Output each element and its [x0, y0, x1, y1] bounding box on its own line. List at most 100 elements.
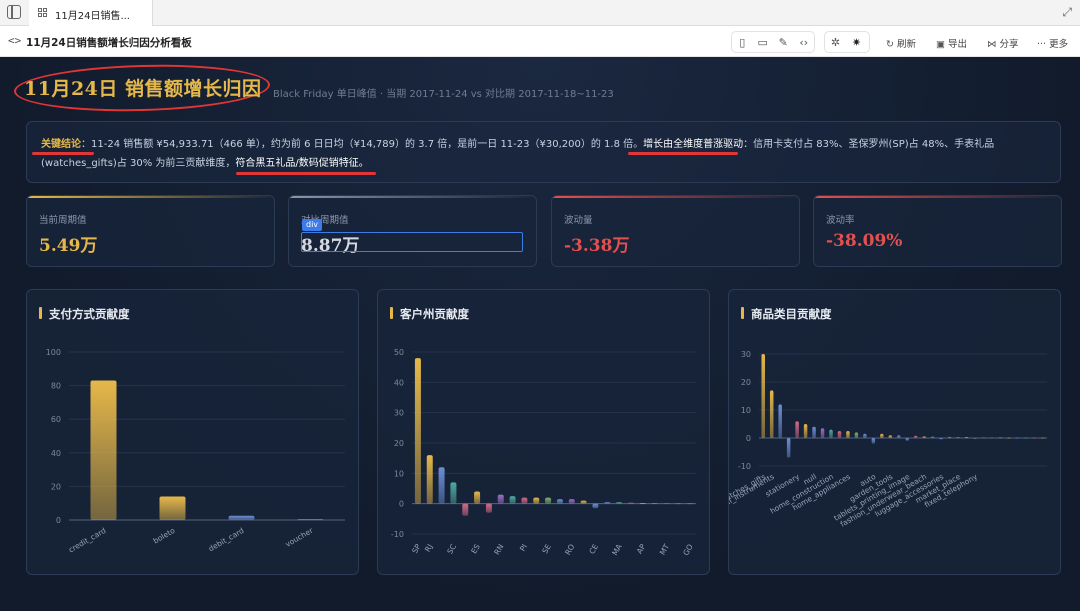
chart-bar[interactable] [485, 503, 492, 513]
dashboard: 11月24日 销售额增长归因 Black Friday 单日峰值 · 当期 20… [0, 57, 1080, 611]
chart-bar[interactable] [973, 438, 977, 439]
chart-bar[interactable] [846, 431, 850, 438]
document-toolbar: <> 11月24日销售额增长归因分析看板 ▯ ▭ ✎ ‹› ✲ ✷ ↻ 刷新 ▣ 导… [0, 27, 1080, 57]
y-tick-label: 40 [51, 449, 61, 458]
more-button[interactable]: ··· 更多 [1037, 36, 1068, 50]
chart-bar[interactable] [1024, 437, 1028, 439]
chart-bar[interactable] [1032, 437, 1037, 439]
x-tick-label: SE [540, 542, 553, 555]
chart-bar[interactable] [761, 354, 765, 438]
chart-bar[interactable] [812, 426, 816, 438]
payment-bar-chart: 0 20 40 60 80 100 credit_card boleto debit_card v… [46, 348, 345, 555]
chart-bar[interactable] [990, 437, 994, 439]
chart-bar[interactable] [616, 502, 623, 504]
chart-bar[interactable] [414, 358, 421, 504]
chart-bar[interactable] [474, 491, 481, 504]
document-title: 11月24日销售额增长归因分析看板 [26, 37, 192, 49]
chart-bar[interactable] [956, 437, 960, 438]
conclusion-highlight-2: 符合黑五礼品/数码促销特征。 [235, 158, 369, 169]
chart-bar[interactable] [998, 437, 1003, 439]
chart-bar[interactable] [627, 502, 634, 504]
chart-bar[interactable] [297, 519, 324, 520]
chart-bar[interactable] [533, 497, 540, 504]
chart-bar[interactable] [922, 436, 926, 438]
chart-bar[interactable] [837, 431, 842, 438]
category-chart-panel: 商品类目贡献度 -10 0 10 20 30 watches_gifts musical_i… [728, 289, 1061, 575]
chart-bar[interactable] [651, 503, 658, 504]
chart-bar[interactable] [947, 436, 952, 438]
chart-bar[interactable] [90, 380, 117, 520]
y-tick-label: 40 [394, 378, 404, 387]
chart-bar[interactable] [930, 436, 935, 438]
y-tick-label: 0 [746, 434, 751, 443]
chart-bar[interactable] [462, 503, 469, 516]
chart-bar[interactable] [854, 432, 859, 438]
x-tick-label: debit_card [207, 526, 246, 554]
x-tick-label: AP [635, 542, 648, 555]
chart-bar[interactable] [888, 435, 893, 438]
y-tick-label: 30 [741, 350, 751, 359]
chart-bar[interactable] [675, 503, 682, 505]
chart-bar[interactable] [769, 390, 774, 438]
edit-icon[interactable]: ✎ [773, 32, 794, 52]
x-tick-label: RN [492, 543, 505, 557]
desktop-view-icon[interactable]: ▭ [753, 32, 774, 52]
chart-bar[interactable] [556, 499, 563, 504]
share-button[interactable]: ⋈ 分享 [987, 36, 1019, 50]
key-conclusion-box: 关键结论：11-24 销售额 ¥54,933.71（466 单），约为前 6 日… [26, 121, 1061, 183]
mobile-view-icon[interactable]: ▯ [732, 32, 753, 52]
chart-bar[interactable] [1015, 437, 1020, 439]
expand-icon[interactable]: ⤢ [1062, 5, 1072, 20]
page-title: 11月24日 销售额增长归因 [24, 78, 262, 100]
chart-bar[interactable] [159, 496, 186, 520]
chart-bar[interactable] [880, 433, 884, 438]
chart-bar[interactable] [580, 500, 587, 504]
chart-bar[interactable] [438, 467, 445, 504]
active-tab[interactable]: 11月24日销售... [29, 0, 153, 26]
chart-bar[interactable] [786, 438, 791, 458]
grid-icon [38, 8, 48, 18]
sparkle-icon[interactable]: ✷ [846, 32, 867, 52]
more-icon: ··· [1037, 39, 1047, 50]
chart-bar[interactable] [604, 502, 611, 504]
chart-bar[interactable] [426, 455, 433, 504]
code-icon[interactable]: <> [8, 34, 21, 47]
chart-bar[interactable] [568, 499, 575, 504]
chart-bar[interactable] [592, 503, 599, 509]
chart-bar[interactable] [897, 435, 901, 438]
y-tick-label: 20 [394, 439, 404, 448]
element-inspect-tag: div [302, 219, 323, 231]
export-button[interactable]: ▣ 导出 [936, 36, 967, 50]
chart-bar[interactable] [1041, 437, 1045, 439]
chart-bar[interactable] [981, 437, 986, 439]
chart-bar[interactable] [829, 429, 833, 438]
chart-bar[interactable] [905, 438, 909, 441]
chart-bar[interactable] [545, 497, 552, 504]
magic-wand-icon[interactable]: ✲ [825, 32, 846, 52]
chart-bar[interactable] [509, 496, 516, 504]
chart-bar[interactable] [228, 515, 255, 520]
browser-tab-bar: 11月24日销售... ⤢ [0, 0, 1080, 26]
chart-bar[interactable] [497, 494, 504, 504]
page-subtitle: Black Friday 单日峰值 · 当期 2017-11-24 vs 对比期… [273, 89, 614, 100]
chart-bar[interactable] [1007, 437, 1011, 439]
chart-bar[interactable] [871, 438, 876, 444]
chart-bar[interactable] [820, 428, 825, 438]
chart-bar[interactable] [778, 404, 782, 438]
chart-bar[interactable] [521, 497, 528, 504]
x-tick-label: GO [681, 542, 695, 557]
chart-bar[interactable] [450, 482, 457, 504]
chart-bar[interactable] [795, 421, 799, 438]
chart-bar[interactable] [687, 503, 694, 505]
refresh-button[interactable]: ↻ 刷新 [886, 36, 916, 50]
chart-bar[interactable] [863, 433, 867, 438]
chart-bar[interactable] [803, 424, 808, 438]
chart-bar[interactable] [913, 435, 918, 438]
chart-bar[interactable] [939, 438, 943, 440]
chart-bar[interactable] [663, 503, 670, 505]
code-view-icon[interactable]: ‹› [794, 32, 815, 52]
sidebar-toggle-icon[interactable] [7, 5, 21, 19]
chart-bar[interactable] [964, 437, 969, 438]
chart-bar[interactable] [639, 503, 646, 504]
x-tick-label: credit_card [67, 526, 108, 555]
